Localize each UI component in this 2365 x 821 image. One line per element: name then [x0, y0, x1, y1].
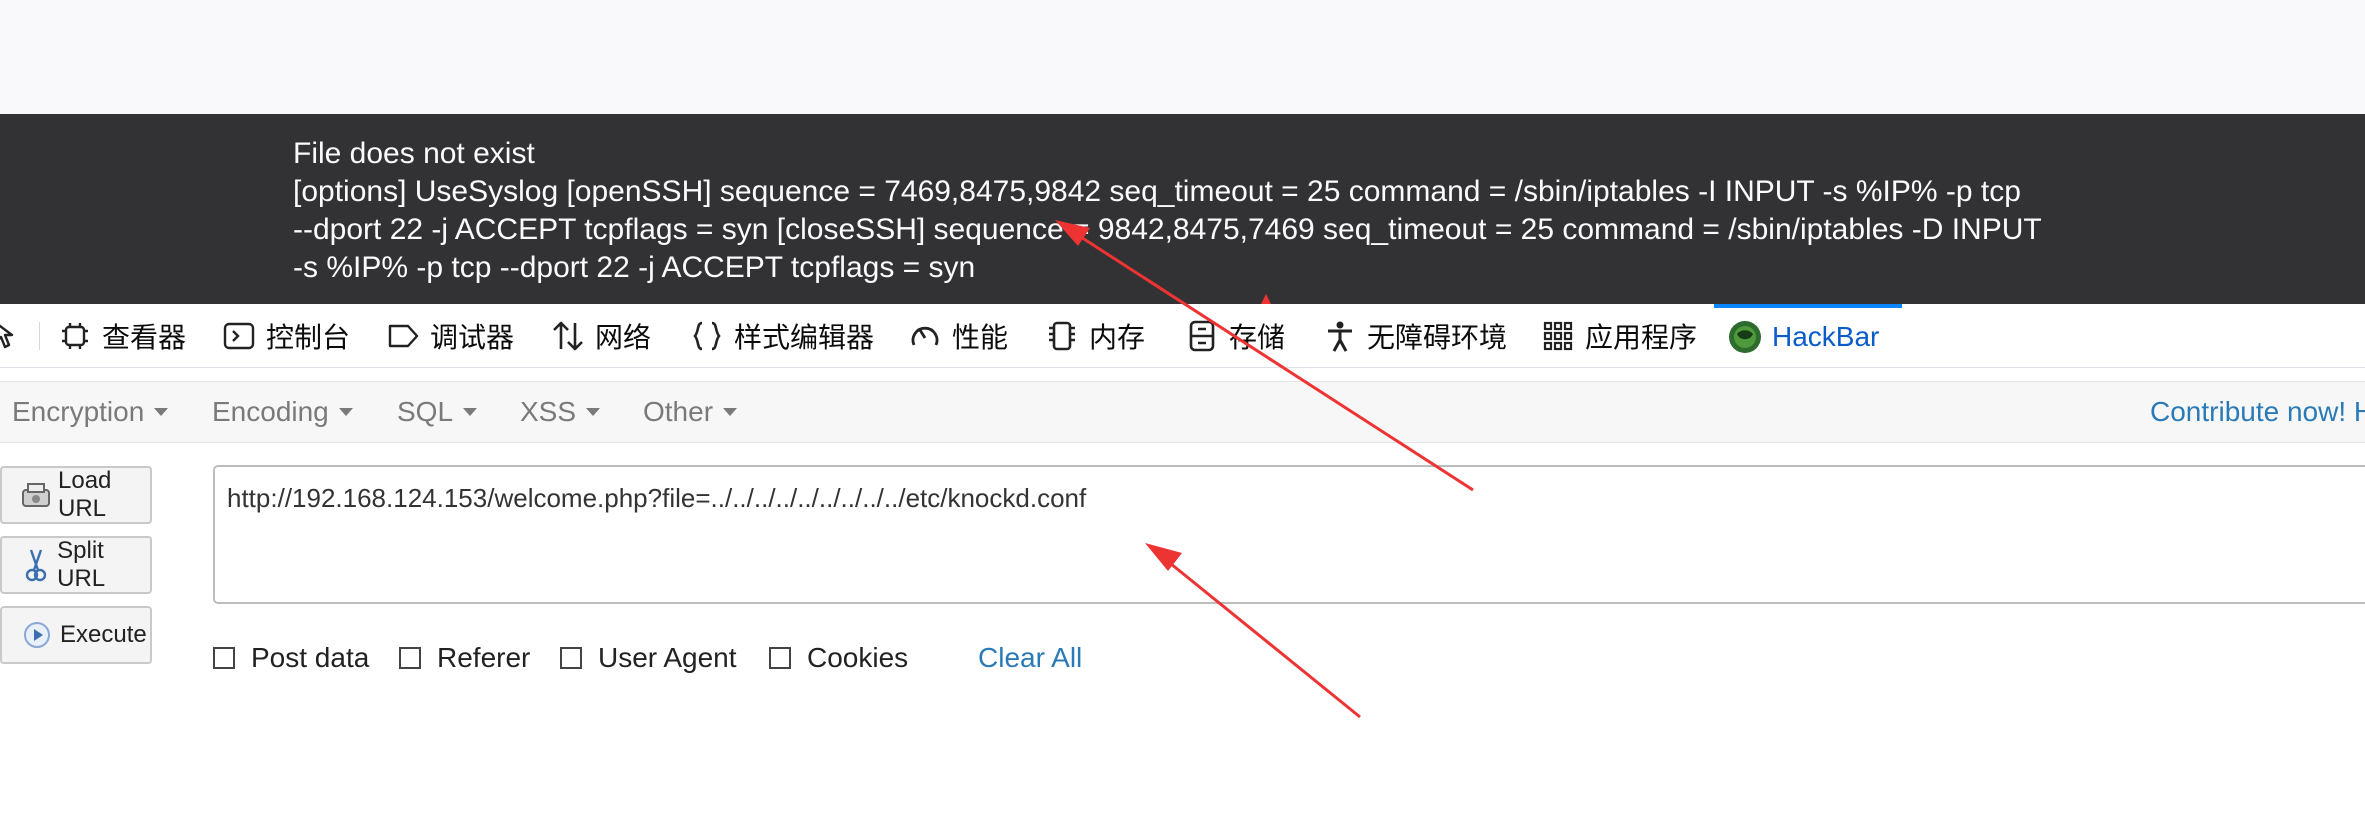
tab-hackbar[interactable]: HackBar: [1714, 304, 1902, 368]
tab-label: 控制台: [266, 322, 351, 353]
referer-checkbox[interactable]: Referer: [399, 638, 530, 678]
tab-debugger[interactable]: 调试器: [386, 304, 514, 368]
performance-icon: [908, 319, 942, 353]
url-textarea[interactable]: http://192.168.124.153/welcome.php?file=…: [213, 465, 2365, 604]
caret-down-icon: [338, 408, 353, 416]
menu-label: Other: [643, 396, 714, 427]
button-label: Load URL: [58, 467, 112, 522]
storage-icon: [1185, 319, 1219, 353]
output-line: --dport 22 -j ACCEPT tcpflags = syn [clo…: [293, 213, 2042, 246]
application-icon: [1541, 319, 1575, 353]
style-editor-icon: [690, 319, 724, 353]
tab-inspector[interactable]: 查看器: [58, 304, 186, 368]
network-icon: [551, 319, 585, 353]
menu-xss[interactable]: XSS: [520, 382, 601, 442]
tab-style-editor[interactable]: 样式编辑器: [690, 304, 874, 368]
user-agent-checkbox[interactable]: User Agent: [560, 638, 737, 678]
caret-down-icon: [723, 408, 738, 416]
url-value: http://192.168.124.153/welcome.php?file=…: [227, 483, 1087, 513]
page-output: File does not exist [options] UseSyslog …: [0, 114, 2365, 304]
tab-accessibility[interactable]: 无障碍环境: [1323, 304, 1507, 368]
menu-sql[interactable]: SQL: [397, 382, 478, 442]
tab-label: 内存: [1089, 322, 1146, 353]
tab-label: 调试器: [430, 322, 515, 353]
debugger-icon: [386, 319, 420, 353]
checkbox-label: User Agent: [598, 642, 737, 673]
menu-other[interactable]: Other: [643, 382, 738, 442]
tab-network[interactable]: 网络: [551, 304, 651, 368]
scissors-icon: [20, 548, 51, 582]
menu-label: Encryption: [12, 396, 145, 427]
memory-icon: [1045, 319, 1079, 353]
checkbox-square[interactable]: [560, 647, 582, 669]
tab-label: HackBar: [1772, 321, 1880, 352]
checkbox-label: Referer: [437, 642, 531, 673]
menu-encryption[interactable]: Encryption: [12, 382, 169, 442]
output-line: -s %IP% -p tcp --dport 22 -j ACCEPT tcpf…: [293, 251, 976, 284]
load-url-icon: [20, 478, 52, 512]
post-data-checkbox[interactable]: Post data: [213, 638, 369, 678]
caret-down-icon: [463, 408, 478, 416]
devtools-toolbar: 查看器 控制台 调试器 网络 样式编辑器 性能 内存 存储 无障碍环境 应用程序…: [0, 304, 2365, 368]
browser-blank-area: [0, 0, 2365, 114]
file-contents: File does not exist [options] UseSyslog …: [293, 135, 2193, 287]
menu-label: SQL: [397, 396, 454, 427]
split-url-button[interactable]: Split URL: [0, 536, 152, 594]
tab-label: 存储: [1229, 322, 1286, 353]
output-line: [options] UseSyslog [openSSH] sequence =…: [293, 175, 2021, 208]
play-icon: [20, 618, 54, 652]
hackbar-menu-bar: Encryption Encoding SQL XSS Other Contri…: [0, 381, 2365, 443]
tab-performance[interactable]: 性能: [908, 304, 1008, 368]
tab-label: 应用程序: [1585, 322, 1698, 353]
tab-label: 查看器: [102, 322, 187, 353]
tab-console[interactable]: 控制台: [222, 304, 350, 368]
menu-label: Encoding: [212, 396, 329, 427]
checkbox-square[interactable]: [769, 647, 791, 669]
tab-label: 样式编辑器: [734, 322, 875, 353]
checkbox-label: Post data: [251, 642, 370, 673]
contribute-link[interactable]: Contribute now! H: [2150, 382, 2365, 442]
tab-application[interactable]: 应用程序: [1541, 304, 1697, 368]
checkbox-label: Cookies: [807, 642, 909, 673]
caret-down-icon: [154, 408, 169, 416]
toolbar-divider: [39, 322, 40, 350]
accessibility-icon: [1323, 319, 1357, 353]
console-icon: [222, 319, 256, 353]
clear-all-link[interactable]: Clear All: [978, 638, 1082, 678]
tab-label: 性能: [952, 322, 1009, 353]
element-picker-icon[interactable]: [0, 320, 22, 352]
button-label: Split URL: [57, 537, 106, 592]
button-label: Execute: [60, 621, 147, 648]
execute-button[interactable]: Execute: [0, 606, 152, 664]
hackbar-icon: [1728, 320, 1762, 354]
load-url-button[interactable]: Load URL: [0, 466, 152, 524]
menu-encoding[interactable]: Encoding: [212, 382, 353, 442]
checkbox-square[interactable]: [399, 647, 421, 669]
tab-label: 无障碍环境: [1367, 322, 1508, 353]
menu-label: XSS: [520, 396, 577, 427]
cookies-checkbox[interactable]: Cookies: [769, 638, 908, 678]
tab-label: 网络: [595, 322, 652, 353]
caret-down-icon: [586, 408, 601, 416]
checkbox-square[interactable]: [213, 647, 235, 669]
inspector-icon: [58, 319, 92, 353]
output-line: File does not exist: [293, 137, 535, 170]
tab-memory[interactable]: 内存: [1045, 304, 1145, 368]
tab-storage[interactable]: 存储: [1185, 304, 1285, 368]
